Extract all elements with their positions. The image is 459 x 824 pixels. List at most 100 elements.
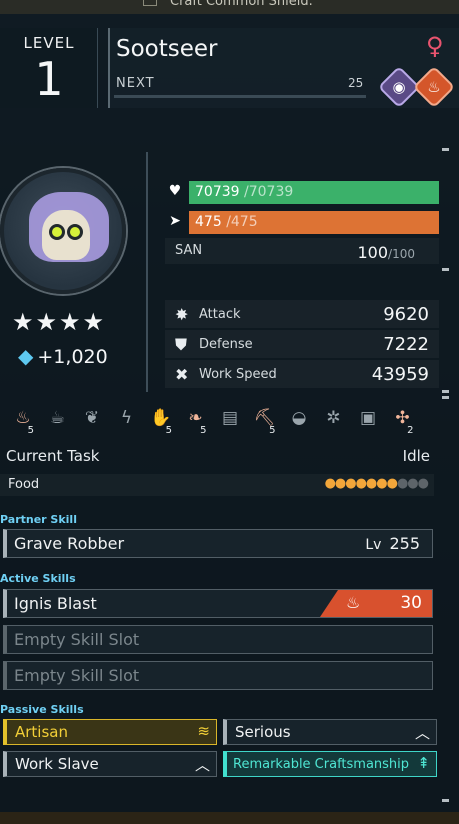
electricity-icon: ϟ (120, 408, 133, 428)
next-value: 25 (348, 76, 364, 90)
rank-4-up-icon: ⇞ (417, 754, 430, 772)
passive-skill-name: Artisan (15, 723, 68, 741)
handiwork-icon: ✋ 5 (150, 408, 172, 436)
food-meter: ●●●●●●●●●● (325, 476, 429, 491)
rank-1-up-icon: ︿ (414, 724, 430, 742)
work-level: 5 (165, 425, 172, 436)
exp-bar (114, 95, 366, 98)
skull-icon (42, 210, 90, 260)
cooling-icon: ✲ (326, 408, 341, 428)
soul-icon: ◆ (18, 344, 34, 368)
scroll-marker (442, 148, 449, 151)
female-icon: ♀ (426, 32, 444, 60)
attack-label: Attack (199, 307, 241, 322)
attack-icon: ✸ (175, 305, 189, 324)
pal-name: Sootseer (116, 36, 218, 62)
work-level: 2 (407, 425, 414, 436)
pal-portrait (0, 168, 126, 294)
passive-skill-remarkable-craftsmanship[interactable]: Remarkable Craftsmanship ⇞ (223, 751, 437, 777)
partner-skill-slot[interactable]: Grave Robber Lv 255 (3, 529, 433, 558)
food-label: Food (8, 477, 40, 492)
hp-current: 70739 (195, 184, 240, 200)
food-empty-pips: ●●● (396, 476, 429, 491)
work-suitability-row: ♨ 5 ☕ ❦ ϟ ✋ 5 ❧ 5 ▤ ⛏ 5 ◒ ✲ ▣ ✣ 2 (8, 408, 438, 436)
mining-icon: ⛏ 5 (253, 408, 276, 436)
sp-bar-row: ➤ 475 /475 (165, 211, 439, 234)
passive-skill-artisan[interactable]: Artisan ≋ (3, 719, 217, 745)
san-row: SAN 100/100 (165, 238, 439, 264)
san-max: /100 (388, 247, 415, 261)
task-hint-strip: Craft Common Shield. (0, 0, 459, 14)
planting-icon: ❦ (84, 408, 100, 428)
passive-skills-heading: Passive Skills (0, 703, 84, 716)
kindling-icon: ♨ 5 (15, 408, 34, 436)
watering-icon: ☕ (49, 408, 66, 428)
partner-skill-lv-value: 255 (389, 534, 420, 553)
current-task-row: Current Task Idle (0, 444, 434, 470)
passive-skill-name: Serious (235, 723, 291, 741)
san-label: SAN (175, 243, 203, 258)
defense-value: 7222 (383, 334, 429, 355)
skill-power: 30 (400, 593, 422, 613)
level-label: LEVEL (23, 34, 75, 52)
gathering-icon: ❧ 5 (188, 408, 207, 436)
hp-bar-row: ♥ 70739 /70739 (165, 181, 439, 204)
scroll-marker (442, 396, 449, 399)
task-checkbox (143, 0, 157, 6)
work-speed-label: Work Speed (199, 367, 277, 382)
level-box: LEVEL 1 (0, 28, 98, 108)
passive-skill-name: Work Slave (15, 755, 99, 773)
scroll-marker (442, 390, 449, 393)
current-task-value: Idle (402, 447, 430, 465)
hammer-icon: ✖ (175, 365, 189, 384)
stamina-icon: ➤ (169, 213, 181, 229)
pal-status-panel: Craft Common Shield. LEVEL 1 Sootseer ♀ … (0, 0, 459, 824)
sp-current: 475 (195, 214, 222, 230)
fire-element-icon: ♨ (346, 593, 361, 612)
food-row: Food ●●●●●●●●●● (0, 474, 434, 496)
next-label: NEXT (116, 76, 155, 91)
transporting-icon: ▣ (359, 408, 377, 428)
active-skills-heading: Active Skills (0, 572, 76, 585)
passive-skill-work-slave[interactable]: Work Slave ︿ (3, 751, 217, 777)
san-value: 100 (357, 243, 389, 262)
rank-stars: ★★★★ (12, 308, 107, 336)
souls-row: ◆ +1,020 (18, 344, 108, 368)
partner-skill-heading: Partner Skill (0, 513, 77, 526)
divider (146, 152, 148, 392)
empty-skill-slot: Empty Skill Slot (14, 666, 140, 685)
work-level: 5 (27, 425, 34, 436)
level-value: 1 (34, 52, 64, 106)
rank-3-up-icon: ≋ (197, 722, 210, 740)
scroll-marker (442, 268, 449, 271)
partner-skill-lv-label: Lv (365, 537, 382, 553)
work-level: 5 (269, 425, 276, 436)
attack-value: 9620 (383, 304, 429, 325)
active-skill-name: Ignis Blast (14, 594, 97, 613)
heart-icon: ♥ (168, 183, 182, 199)
work-speed-value: 43959 (371, 364, 429, 385)
exp-row: NEXT 25 (110, 72, 378, 98)
souls-value: +1,020 (37, 346, 108, 368)
work-level: 5 (200, 425, 207, 436)
fire-element-icon: ♨ (412, 65, 456, 109)
skill-power-tag: ♨ 30 (320, 590, 432, 617)
current-task-label: Current Task (6, 447, 100, 465)
work-speed-row: ✖ Work Speed 43959 (165, 360, 439, 388)
hp-max: /70739 (244, 184, 294, 200)
farming-icon: ✣ 2 (395, 408, 414, 436)
attack-row: ✸ Attack 9620 (165, 300, 439, 328)
pal-name-box: Sootseer ♀ NEXT 25 ◉ ♨ (108, 28, 459, 109)
active-skill-slot-2[interactable]: Empty Skill Slot (3, 625, 433, 654)
scroll-marker (442, 799, 449, 802)
defense-row: ⛊ Defense 7222 (165, 330, 439, 358)
active-skill-slot-1[interactable]: Ignis Blast ♨ 30 (3, 589, 433, 618)
medicine-icon: ◒ (291, 408, 307, 428)
passive-skill-name: Remarkable Craftsmanship (233, 757, 410, 772)
passive-skill-serious[interactable]: Serious ︿ (223, 719, 437, 745)
task-hint-text: Craft Common Shield. (170, 0, 313, 9)
active-skill-slot-3[interactable]: Empty Skill Slot (3, 661, 433, 690)
shield-icon: ⛊ (175, 335, 188, 354)
empty-skill-slot: Empty Skill Slot (14, 630, 140, 649)
partner-skill-name: Grave Robber (14, 534, 125, 553)
